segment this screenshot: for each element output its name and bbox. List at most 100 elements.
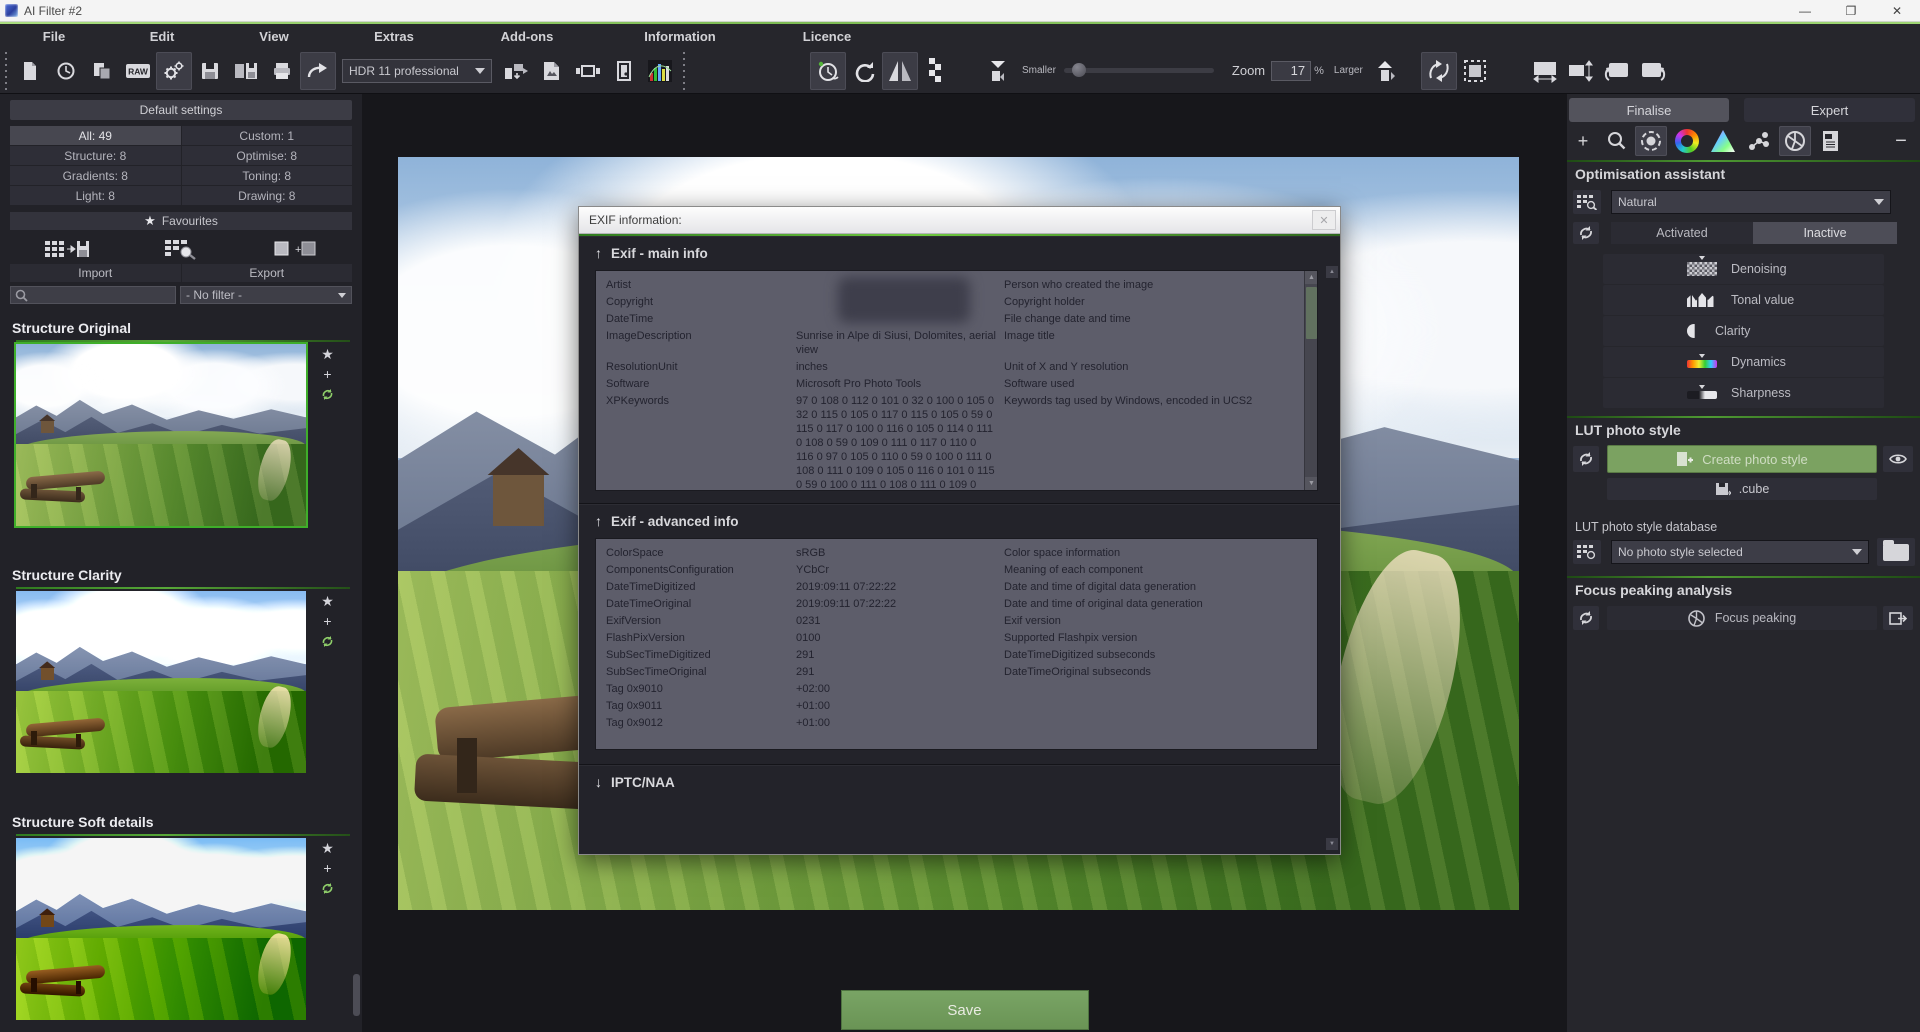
enlarge-view-button[interactable] xyxy=(1367,52,1403,90)
adjustment-clarity[interactable]: Clarity xyxy=(1603,316,1884,346)
favourite-star-icon[interactable]: ★ xyxy=(321,595,334,607)
scroll-up-icon[interactable]: ▲ xyxy=(1305,271,1318,284)
fit-height-button[interactable] xyxy=(1563,52,1599,90)
lut-preview-eye-icon[interactable] xyxy=(1883,446,1913,472)
batch-processing-button[interactable] xyxy=(498,52,534,90)
favourites-bar[interactable]: ★ Favourites xyxy=(10,212,352,230)
preset-search-input[interactable] xyxy=(10,286,176,304)
tab-expert[interactable]: Expert xyxy=(1744,98,1915,122)
preset-grid-icon[interactable] xyxy=(1573,190,1601,214)
import-label[interactable]: Import xyxy=(10,264,181,282)
category-drawing[interactable]: Drawing: 8 xyxy=(182,186,353,205)
category-structure[interactable]: Structure: 8 xyxy=(10,146,181,165)
fit-width-button[interactable] xyxy=(1527,52,1563,90)
rotate-transform-button[interactable] xyxy=(1421,52,1457,90)
minimize-button[interactable]: — xyxy=(1782,0,1828,21)
menu-information[interactable]: Information xyxy=(598,29,762,44)
rotate-right-button[interactable] xyxy=(1635,52,1671,90)
scroll-up-icon[interactable]: ▲ xyxy=(1326,266,1338,278)
zoom-value-input[interactable]: 17 xyxy=(1271,61,1311,81)
category-custom[interactable]: Custom: 1 xyxy=(182,126,353,145)
preset-structure-soft-details[interactable]: Structure Soft details★+ xyxy=(0,812,362,1020)
exif-advanced-section-header[interactable]: ↑ Exif - advanced info xyxy=(579,503,1340,536)
preset-thumbnail[interactable] xyxy=(16,838,306,1020)
exif-dialog-close-button[interactable]: ✕ xyxy=(1312,210,1336,230)
menu-file[interactable]: File xyxy=(0,29,108,44)
toggle-activated[interactable]: Activated xyxy=(1611,222,1753,244)
copy-settings-button[interactable] xyxy=(84,52,120,90)
adjustment-dynamics[interactable]: Dynamics xyxy=(1603,347,1884,377)
export-presets-button[interactable]: + xyxy=(238,239,352,259)
adjustment-tonal-value[interactable]: Tonal value xyxy=(1603,285,1884,315)
export-label[interactable]: Export xyxy=(182,264,353,282)
maximize-button[interactable]: ❐ xyxy=(1828,0,1874,21)
preset-thumbnail[interactable] xyxy=(16,344,306,526)
cube-export-button[interactable]: .cube xyxy=(1607,478,1877,500)
export-image-button[interactable] xyxy=(534,52,570,90)
toggle-inactive[interactable]: Inactive xyxy=(1753,222,1897,244)
default-settings-header[interactable]: Default settings xyxy=(10,100,352,120)
menu-licence[interactable]: Licence xyxy=(762,29,892,44)
lut-database-grid-icon[interactable] xyxy=(1573,540,1601,564)
favourite-star-icon[interactable]: ★ xyxy=(321,348,334,360)
reduce-view-button[interactable] xyxy=(980,52,1016,90)
assistant-preset-dropdown[interactable]: Natural xyxy=(1611,190,1891,214)
scroll-down-icon[interactable]: ▼ xyxy=(1305,477,1318,490)
preset-filter-dropdown[interactable]: - No filter - xyxy=(180,286,352,304)
sync-preset-icon[interactable] xyxy=(321,882,334,896)
menu-extras[interactable]: Extras xyxy=(332,29,456,44)
color-space-icon[interactable] xyxy=(1707,126,1739,156)
rotate-left-button[interactable] xyxy=(1599,52,1635,90)
manage-presets-button[interactable] xyxy=(124,237,238,261)
timer-button[interactable] xyxy=(810,52,846,90)
create-photo-style-button[interactable]: Create photo style xyxy=(1607,445,1877,473)
redo-button[interactable] xyxy=(846,52,882,90)
category-toning[interactable]: Toning: 8 xyxy=(182,166,353,185)
raw-import-button[interactable]: RAW xyxy=(120,52,156,90)
save-button[interactable]: Save xyxy=(841,990,1089,1030)
sync-preset-icon[interactable] xyxy=(321,388,334,402)
focus-export-icon[interactable] xyxy=(1883,606,1913,630)
assistant-sync-icon[interactable] xyxy=(1573,222,1599,244)
adjustment-denoising[interactable]: Denoising xyxy=(1603,254,1884,284)
crop-frame-button[interactable] xyxy=(570,52,606,90)
add-preset-icon[interactable]: + xyxy=(323,615,331,627)
before-after-compare-button[interactable] xyxy=(882,52,918,90)
presets-scrollbar-thumb[interactable] xyxy=(353,974,360,1016)
scrollbar-thumb[interactable] xyxy=(1306,287,1317,339)
project-preset-dropdown[interactable]: HDR 11 professional xyxy=(342,59,492,83)
exif-main-scrollbar[interactable]: ▲ ▼ xyxy=(1304,271,1317,490)
sync-preset-icon[interactable] xyxy=(321,635,334,649)
print-button[interactable] xyxy=(264,52,300,90)
exit-button[interactable] xyxy=(606,52,642,90)
preset-structure-clarity[interactable]: Structure Clarity★+ xyxy=(0,565,362,773)
add-preset-icon[interactable]: + xyxy=(323,368,331,380)
scroll-down-icon[interactable]: ▼ xyxy=(1326,838,1338,850)
search-icon[interactable] xyxy=(1601,126,1633,156)
save-variants-button[interactable] xyxy=(228,52,264,90)
focus-peaking-button[interactable]: Focus peaking xyxy=(1607,606,1877,630)
category-gradients[interactable]: Gradients: 8 xyxy=(10,166,181,185)
lut-sync-icon[interactable] xyxy=(1573,446,1599,472)
add-preset-icon[interactable]: + xyxy=(323,862,331,874)
iptc-section-header[interactable]: ↓ IPTC/NAA xyxy=(579,764,1340,797)
histogram-button[interactable] xyxy=(642,52,678,90)
exif-dialog-scrollbar[interactable]: ▲ ▼ xyxy=(1326,266,1338,850)
checkerboard-button[interactable] xyxy=(918,52,954,90)
exif-report-icon[interactable] xyxy=(1815,126,1847,156)
category-light[interactable]: Light: 8 xyxy=(10,186,181,205)
share-export-button[interactable] xyxy=(300,52,336,90)
preset-thumbnail[interactable] xyxy=(16,591,306,773)
curves-nodes-icon[interactable] xyxy=(1743,126,1775,156)
remove-button[interactable]: − xyxy=(1885,126,1917,156)
exif-dialog-titlebar[interactable]: EXIF information: ✕ xyxy=(579,207,1340,234)
favourite-star-icon[interactable]: ★ xyxy=(321,842,334,854)
menu-edit[interactable]: Edit xyxy=(108,29,216,44)
crop-selection-button[interactable] xyxy=(1457,52,1493,90)
color-wheel-icon[interactable] xyxy=(1671,126,1703,156)
save-button-toolbar[interactable] xyxy=(192,52,228,90)
menu-view[interactable]: View xyxy=(216,29,332,44)
category-all[interactable]: All: 49 xyxy=(10,126,181,145)
new-image-button[interactable] xyxy=(12,52,48,90)
import-presets-button[interactable] xyxy=(10,238,124,260)
